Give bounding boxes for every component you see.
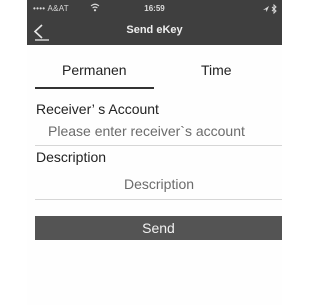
tab-permanent[interactable]: Permanen: [62, 62, 127, 78]
account-label: Receiver’ s Account: [36, 101, 159, 117]
screen: •••• A&AT 16:59 Send eKey Permanen Time …: [0, 0, 282, 305]
status-icons: [261, 3, 279, 16]
description-label: Description: [36, 149, 107, 165]
phone-screen: •••• A&AT 16:59 Send eKey Permanen Time …: [27, 0, 282, 305]
location-icon: [263, 6, 269, 12]
send-button[interactable]: Send: [35, 216, 282, 240]
active-tab-indicator: [35, 87, 154, 89]
description-divider: [35, 199, 282, 200]
bluetooth-icon: [271, 3, 277, 15]
tab-bar: Permanen Time: [27, 56, 282, 89]
account-divider: [35, 145, 282, 146]
page-title: Send eKey: [126, 24, 183, 36]
left-margin: [0, 0, 27, 305]
navigation-bar: Send eKey: [27, 18, 282, 45]
status-time: 16:59: [144, 4, 165, 13]
account-input[interactable]: [48, 121, 280, 141]
description-input[interactable]: [36, 173, 282, 195]
tab-time[interactable]: Time: [201, 62, 232, 78]
status-bar: •••• A&AT 16:59: [27, 0, 282, 18]
